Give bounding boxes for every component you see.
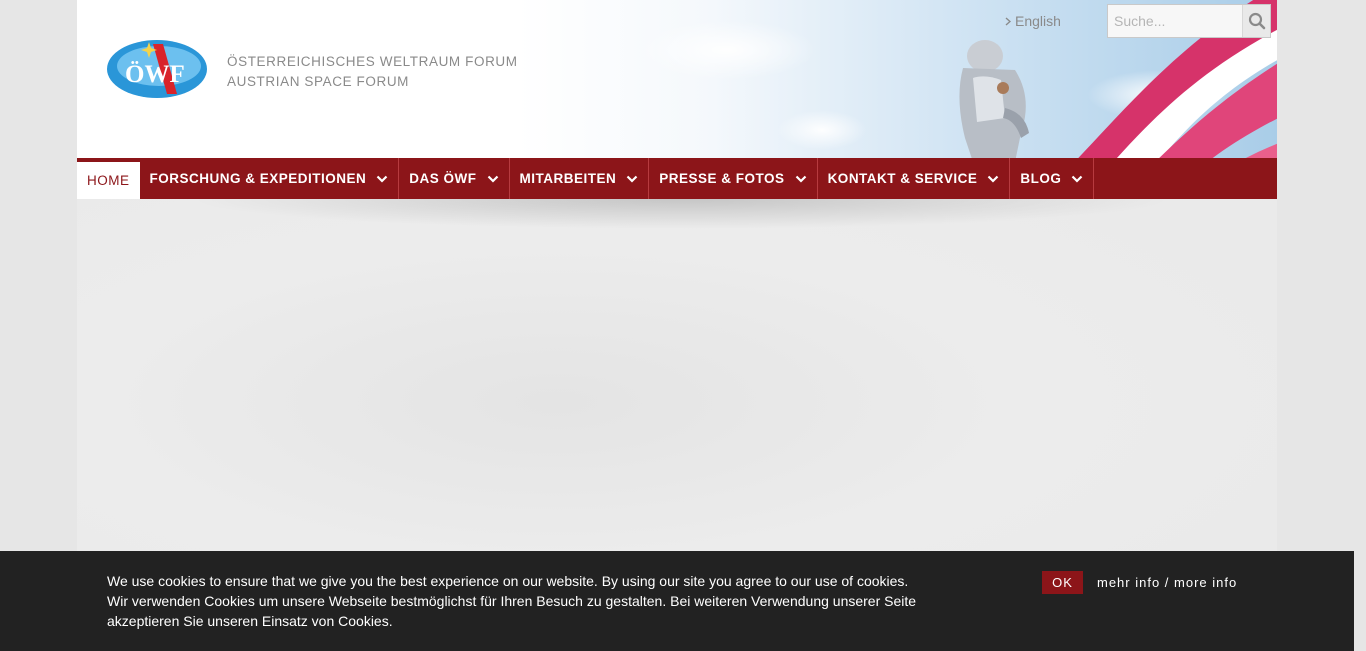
org-name-english: AUSTRIAN SPACE FORUM [227, 74, 410, 89]
nav-item-kontakt-service[interactable]: KONTAKT & SERVICE [818, 158, 1011, 199]
cookie-notice-text: We use cookies to ensure that we give yo… [107, 571, 937, 631]
nav-item-label: KONTAKT & SERVICE [827, 171, 978, 186]
chevron-down-icon [487, 175, 498, 183]
cookie-notice-english: We use cookies to ensure that we give yo… [107, 573, 909, 589]
chevron-down-icon [988, 175, 999, 183]
nav-item-presse-fotos[interactable]: PRESSE & FOTOS [649, 158, 818, 199]
nav-item-forschung-expeditionen[interactable]: FORSCHUNG & EXPEDITIONEN [140, 158, 400, 199]
nav-item-label: FORSCHUNG & EXPEDITIONEN [149, 171, 367, 186]
cloud-decoration [637, 20, 817, 80]
astronaut-image [959, 40, 1029, 158]
search-box [1107, 4, 1271, 38]
cookie-more-info-link[interactable]: mehr info / more info [1097, 575, 1237, 590]
cookie-ok-button[interactable]: OK [1042, 571, 1083, 594]
nav-item-label: DAS ÖWF [409, 171, 477, 186]
language-switch-label: English [1015, 13, 1061, 29]
nav-item-blog[interactable]: BLOG [1010, 158, 1095, 199]
search-input[interactable] [1108, 5, 1242, 37]
chevron-right-icon [1005, 16, 1011, 26]
site-header: ÖWF ÖSTERREICHISCHES WELTRAUM FORUM AUST… [77, 0, 1277, 158]
cookie-notice-german: Wir verwenden Cookies um unsere Webseite… [107, 593, 917, 629]
chevron-down-icon [627, 175, 638, 183]
search-icon [1248, 12, 1265, 30]
cloud-decoration [777, 110, 867, 150]
nav-item-label: BLOG [1020, 171, 1062, 186]
nav-item-mitarbeiten[interactable]: MITARBEITEN [510, 158, 650, 199]
nav-item-label: PRESSE & FOTOS [659, 171, 785, 186]
owf-logo: ÖWF [107, 40, 207, 98]
org-names: ÖSTERREICHISCHES WELTRAUM FORUM AUSTRIAN… [227, 52, 518, 92]
org-name-german: ÖSTERREICHISCHES WELTRAUM FORUM [227, 54, 518, 69]
nav-item-home[interactable]: HOME [77, 158, 140, 199]
chevron-down-icon [795, 175, 806, 183]
nav-item-label: HOME [87, 173, 130, 188]
search-button[interactable] [1242, 5, 1270, 37]
chevron-down-icon [377, 175, 388, 183]
nav-item-label: MITARBEITEN [519, 171, 617, 186]
main-navigation: HOME FORSCHUNG & EXPEDITIONEN DAS ÖWF MI… [77, 158, 1277, 199]
nav-shadow-decoration [187, 199, 1177, 229]
chevron-down-icon [1072, 175, 1083, 183]
language-switch-link[interactable]: English [1005, 13, 1061, 29]
logo-text: ÖWF [125, 61, 185, 88]
cookie-consent-bar: We use cookies to ensure that we give yo… [0, 551, 1354, 651]
nav-item-das-owf[interactable]: DAS ÖWF [399, 158, 510, 199]
